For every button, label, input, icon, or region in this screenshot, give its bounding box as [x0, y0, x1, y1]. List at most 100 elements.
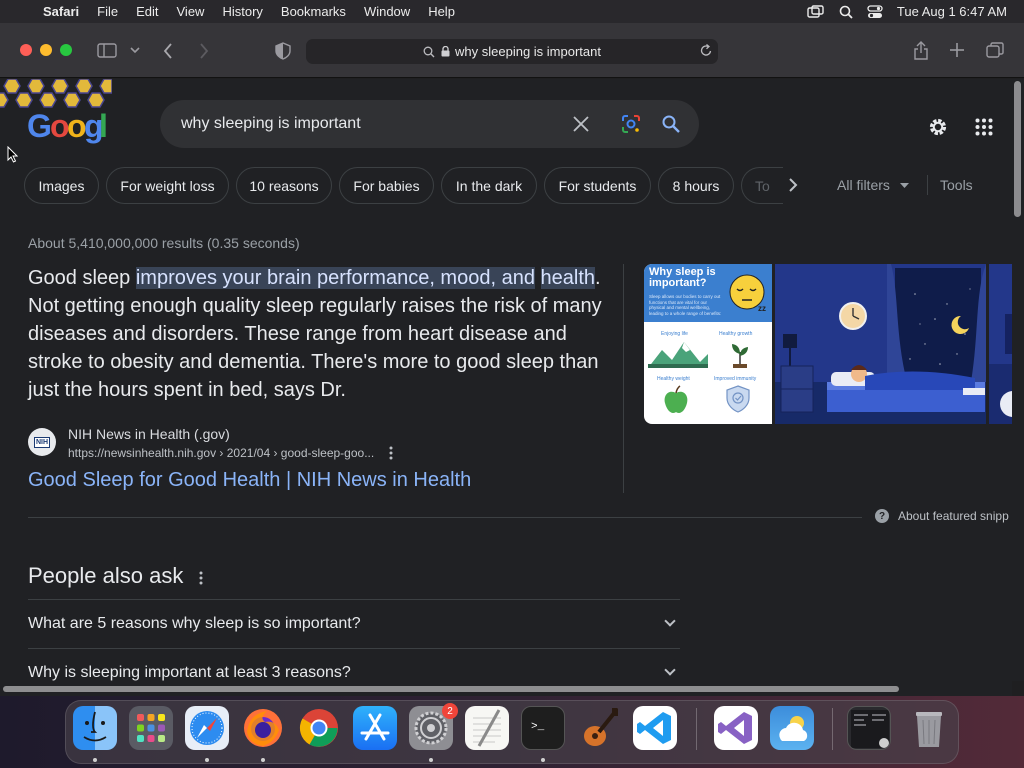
search-box[interactable]: why sleeping is important: [160, 100, 699, 148]
dock-separator: [832, 708, 833, 750]
search-input[interactable]: why sleeping is important: [181, 115, 361, 133]
menu-help[interactable]: Help: [419, 4, 464, 19]
weather-app-icon[interactable]: [770, 706, 814, 750]
menu-bookmarks[interactable]: Bookmarks: [272, 4, 355, 19]
minimize-window-button[interactable]: [40, 44, 52, 56]
chevron-down-icon: [664, 615, 676, 627]
garageband-app-icon[interactable]: [577, 706, 621, 750]
app-store-app-icon[interactable]: [353, 706, 397, 750]
infographic-blurb: Sleep allows our bodies to carry out fun…: [649, 294, 722, 316]
all-filters-button[interactable]: All filters: [837, 177, 909, 193]
svg-text:G: G: [27, 108, 52, 144]
chip-8-hours[interactable]: 8 hours: [658, 167, 734, 204]
tools-button[interactable]: Tools: [940, 177, 973, 193]
vertical-scroll-thumb[interactable]: [1014, 81, 1021, 217]
snippet-image-partial[interactable]: [989, 264, 1012, 424]
source-site-name[interactable]: NIH News in Health (.gov): [68, 426, 230, 442]
nih-favicon[interactable]: NIH: [28, 428, 56, 456]
infographic-label-3: Healthy weight: [657, 376, 690, 382]
chip-10-reasons[interactable]: 10 reasons: [236, 167, 332, 204]
menu-edit[interactable]: Edit: [127, 4, 167, 19]
people-also-ask-heading: People also ask: [28, 563, 184, 588]
spotlight-search-icon[interactable]: [839, 5, 853, 19]
partial-illustration: [989, 264, 1012, 424]
horizontal-scrollbar[interactable]: [0, 681, 1012, 696]
share-icon[interactable]: [913, 41, 929, 60]
launchpad-app-icon[interactable]: [129, 706, 173, 750]
screen-mirroring-icon[interactable]: [807, 4, 825, 19]
source-url[interactable]: https://newsinhealth.nih.gov › 2021/04 ›…: [68, 446, 374, 460]
horizontal-scroll-thumb[interactable]: [3, 686, 899, 692]
svg-text:l: l: [99, 108, 108, 144]
tab-overview-icon[interactable]: [986, 42, 1004, 58]
terminal-app-icon[interactable]: >_: [521, 706, 565, 750]
google-doodle-logo[interactable]: G o o g l: [0, 79, 112, 145]
infographic-title: Why sleep is important?: [649, 267, 716, 289]
visual-studio-app-icon[interactable]: [714, 706, 758, 750]
control-center-icon[interactable]: [867, 4, 883, 19]
chip-partial[interactable]: To: [741, 167, 783, 204]
menu-file[interactable]: File: [88, 4, 127, 19]
vertical-scrollbar[interactable]: [1012, 79, 1024, 681]
menu-clock[interactable]: Tue Aug 1 6:47 AM: [897, 4, 1007, 19]
snippet-highlight-1: improves your brain performance, mood, a…: [135, 267, 535, 289]
running-indicator: [93, 758, 97, 762]
snippet-image-bedroom[interactable]: [775, 264, 986, 424]
snippet-start: Good sleep: [28, 267, 136, 289]
paa-question[interactable]: Why is sleeping important at least 3 rea…: [28, 648, 680, 681]
search-icon[interactable]: [662, 115, 680, 133]
firefox-app-icon[interactable]: [241, 706, 285, 750]
recent-window-thumbnail[interactable]: [847, 706, 891, 750]
chip-for-babies[interactable]: For babies: [339, 167, 434, 204]
paa-question[interactable]: What are 5 reasons why sleep is so impor…: [28, 599, 680, 648]
paa-question-text: What are 5 reasons why sleep is so impor…: [28, 615, 361, 632]
chip-for-students[interactable]: For students: [544, 167, 651, 204]
reload-icon[interactable]: [700, 44, 712, 57]
svg-text:>_: >_: [531, 721, 545, 733]
featured-snippet-text: Good sleep improves your brain performan…: [28, 264, 613, 404]
chrome-app-icon[interactable]: [297, 706, 341, 750]
chip-for-weight-loss[interactable]: For weight loss: [106, 167, 229, 204]
snippet-highlight-2: health: [540, 267, 596, 289]
result-title-link[interactable]: Good Sleep for Good Health | NIH News in…: [28, 469, 471, 492]
trash-icon[interactable]: [907, 706, 951, 750]
chips-scroll-right-chevron-icon[interactable]: [788, 178, 798, 192]
infographic-label-4: Improved immunity: [714, 376, 757, 382]
menu-bar: Safari File Edit View History Bookmarks …: [0, 0, 1024, 23]
vscode-app-icon[interactable]: [633, 706, 677, 750]
clear-search-icon[interactable]: [573, 116, 589, 132]
search-icon: [423, 46, 435, 57]
menu-history[interactable]: History: [213, 4, 271, 19]
running-indicator: [205, 758, 209, 762]
forward-icon[interactable]: [199, 43, 209, 59]
web-page: G o o g l why sleeping is important Imag…: [0, 79, 1012, 681]
menu-view[interactable]: View: [168, 4, 214, 19]
safari-app-icon[interactable]: [185, 706, 229, 750]
google-lens-icon[interactable]: [621, 114, 641, 134]
people-also-ask-more-icon[interactable]: [199, 571, 203, 585]
more-options-icon[interactable]: [389, 446, 393, 460]
snippet-divider: [623, 264, 624, 493]
menu-window[interactable]: Window: [355, 4, 419, 19]
sidebar-toggle-icon[interactable]: [97, 43, 117, 58]
dropdown-triangle-icon: [899, 182, 909, 188]
address-bar[interactable]: why sleeping is important: [306, 39, 718, 64]
zoom-window-button[interactable]: [60, 44, 72, 56]
textedit-app-icon[interactable]: [465, 706, 509, 750]
snippet-image-infographic[interactable]: Why sleep is important? Sleep allows our …: [644, 264, 772, 424]
shield-icon: [726, 385, 750, 413]
apple-fruit-icon: [664, 385, 688, 413]
new-tab-plus-icon[interactable]: [950, 43, 964, 57]
back-icon[interactable]: [163, 43, 173, 59]
finder-app-icon[interactable]: [73, 706, 117, 750]
settings-gear-icon[interactable]: [927, 116, 949, 138]
about-featured-snippets[interactable]: ? About featured snipp: [875, 509, 1009, 523]
tab-group-chevron-down-icon[interactable]: [130, 47, 140, 54]
chip-in-the-dark[interactable]: In the dark: [441, 167, 537, 204]
apps-grid-icon[interactable]: [975, 118, 993, 136]
privacy-shield-icon[interactable]: [275, 42, 291, 60]
menu-app-name[interactable]: Safari: [40, 4, 88, 19]
chip-images[interactable]: Images: [24, 167, 99, 204]
close-window-button[interactable]: [20, 44, 32, 56]
lock-icon: [441, 46, 450, 57]
